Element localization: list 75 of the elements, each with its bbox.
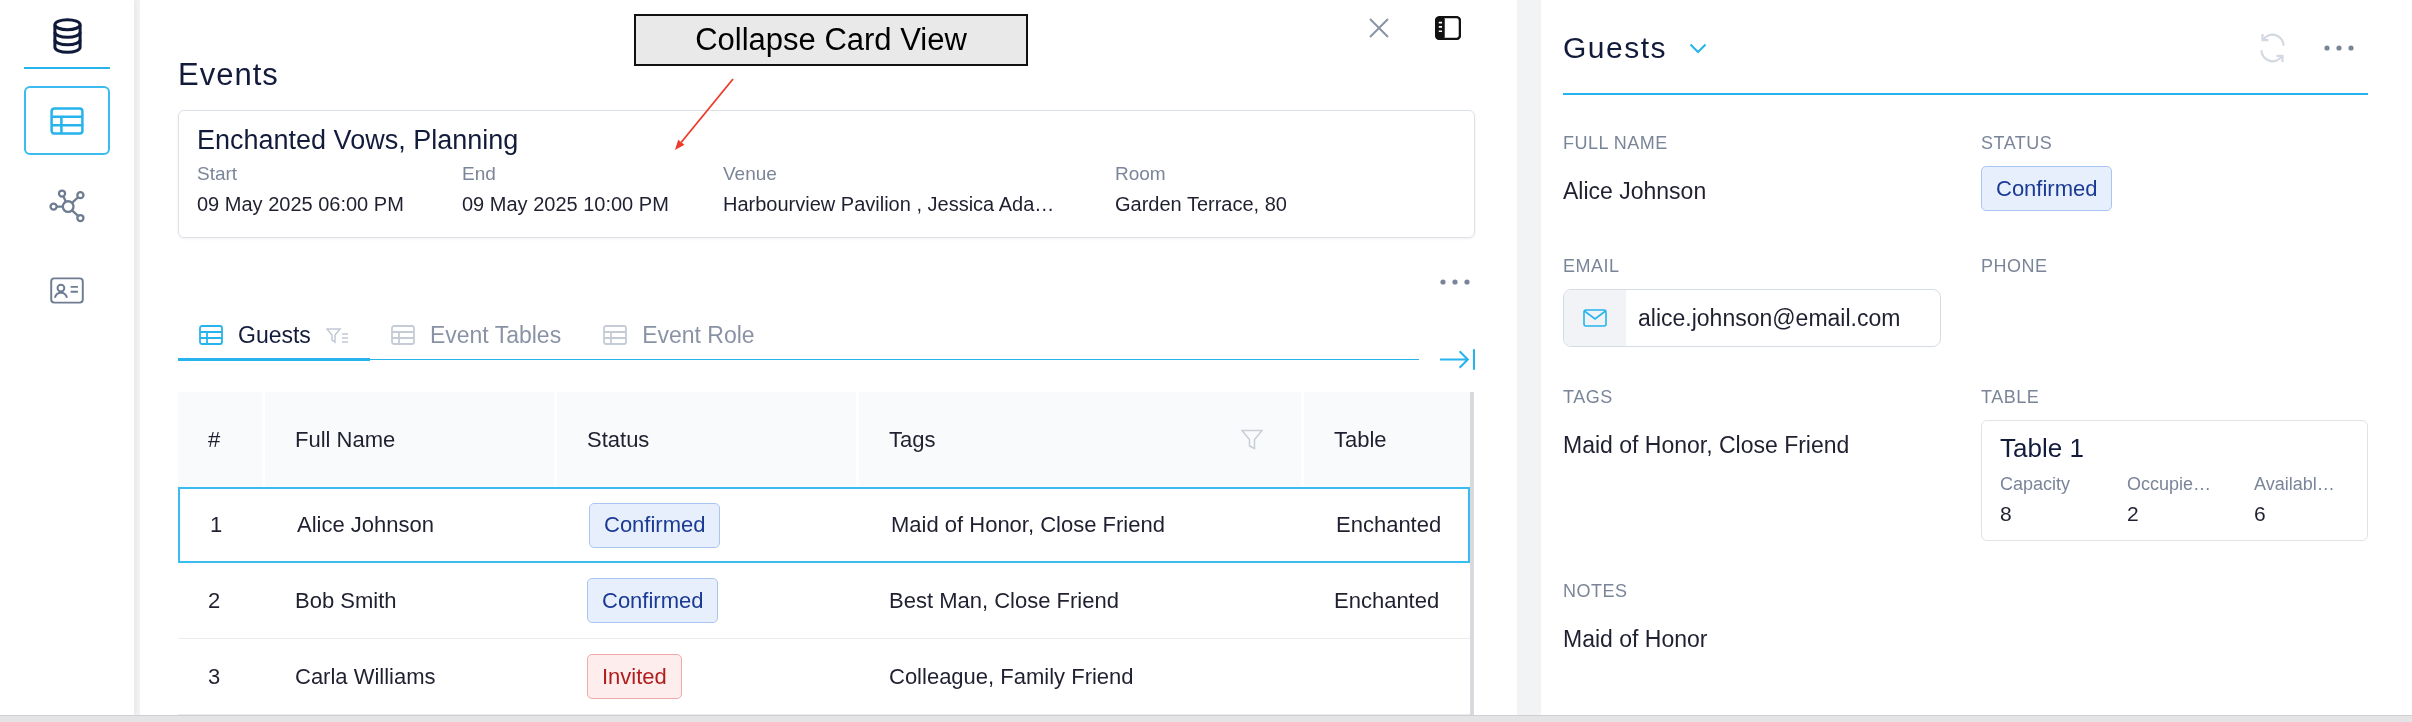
tab[interactable]: Guests: [178, 312, 370, 361]
field-label: PHONE: [1981, 255, 2048, 277]
stat-value: 2: [2127, 501, 2139, 527]
status-badge: Confirmed: [587, 578, 719, 623]
field-value: Harbourview Pavilion , Jessica Ada…: [723, 191, 1055, 217]
table-row[interactable]: 2 Bob Smith Confirmed Best Man, Close Friend Enchanted: [178, 563, 1470, 639]
stat-label: Availabl…: [2254, 473, 2335, 496]
table-cell-text: Maid of Honor, Close Friend: [890, 511, 1166, 539]
field-label: Room: [1115, 161, 1166, 186]
field-value: 09 May 2025 10:00 PM: [462, 191, 669, 217]
stat-label: Occupie…: [2127, 473, 2212, 496]
stat-label: Capacity: [2000, 473, 2071, 496]
table-icon: [603, 325, 628, 345]
table-card-title: Table 1: [2000, 432, 2084, 465]
panel-title: Guests: [1563, 31, 1668, 65]
field-label: STATUS: [1981, 132, 2053, 154]
mail-icon: [1583, 309, 1607, 327]
field-value: 09 May 2025 06:00 PM: [197, 191, 404, 217]
stat-value: 6: [2254, 501, 2266, 527]
column-header[interactable]: Tags: [859, 392, 1304, 487]
table-cell-text: Carla Williams: [294, 662, 437, 691]
column-header[interactable]: Full Name: [265, 392, 557, 487]
scrollbar[interactable]: [1470, 392, 1474, 715]
nav-button[interactable]: [24, 86, 110, 155]
more-icon[interactable]: [2324, 45, 2354, 51]
status-badge: Confirmed: [589, 502, 721, 548]
stat-value: 8: [2000, 501, 2012, 527]
field-label: End: [462, 161, 496, 186]
table-cell-text: Alice Johnson: [296, 511, 435, 539]
filter-list-icon[interactable]: [325, 326, 349, 344]
event-title: Enchanted Vows, Planning: [197, 123, 519, 157]
table-icon: [50, 106, 84, 135]
column-header[interactable]: Status: [557, 392, 859, 487]
table-row[interactable]: 1 Alice Johnson Confirmed Maid of Honor, Close Friend Enchanted: [178, 487, 1470, 563]
email-field[interactable]: alice.johnson@email.com: [1563, 289, 1941, 347]
field-label: NOTES: [1563, 580, 1628, 602]
field-label: TABLE: [1981, 386, 2040, 408]
field-value: Garden Terrace, 80: [1115, 191, 1287, 217]
field-value: Maid of Honor: [1563, 625, 1708, 654]
status-badge: Invited: [587, 654, 682, 699]
arrow-to-bar-icon[interactable]: [1439, 348, 1475, 371]
more-icon[interactable]: [1440, 278, 1470, 285]
table-cell-text: Enchanted: [1335, 511, 1443, 539]
event-card[interactable]: Enchanted Vows, Planning Start 09 May 2025 06:00 PM End 09 May 2025 10:00 PM Venue Harbourview Pavilion , Jessica Ada… Room Garden Terrace, 80: [178, 109, 1475, 238]
table-icon: [199, 325, 223, 345]
row-number: 1: [209, 511, 224, 539]
field-label: Venue: [723, 161, 777, 186]
field-label: Start: [197, 161, 238, 186]
table-cell-text: Colleague, Family Friend: [888, 662, 1135, 691]
column-header[interactable]: Table: [1304, 392, 1470, 487]
callout-arrow: [675, 78, 734, 150]
database-icon[interactable]: [51, 18, 83, 54]
field-value: Maid of Honor, Close Friend: [1563, 431, 1850, 460]
table-cell-text: Best Man, Close Friend: [888, 586, 1120, 615]
table-card[interactable]: Table 1 Capacity 8 Occupie… 2 Availabl… 6: [1981, 420, 2368, 541]
page-title: Events: [178, 56, 279, 93]
table-icon: [390, 325, 415, 345]
filter-icon[interactable]: [1241, 429, 1263, 450]
network-icon: [49, 188, 85, 223]
row-number: 3: [207, 662, 222, 691]
status-badge: Confirmed: [1981, 166, 2113, 211]
field-label: EMAIL: [1563, 255, 1620, 277]
close-icon[interactable]: [1368, 17, 1390, 40]
callout-label: Collapse Card View: [634, 14, 1028, 66]
column-header[interactable]: #: [178, 392, 265, 487]
row-number: 2: [207, 586, 222, 615]
table-cell-text: Bob Smith: [294, 586, 398, 615]
horizontal-scrollbar[interactable]: [0, 715, 2412, 722]
contact-card-icon: [50, 277, 84, 304]
field-label: FULL NAME: [1563, 132, 1668, 154]
field-label: TAGS: [1563, 386, 1613, 408]
chevron-down-icon[interactable]: [1689, 42, 1708, 54]
field-value: Alice Johnson: [1563, 177, 1707, 206]
panel-icon[interactable]: [1435, 16, 1461, 41]
table-cell-text: Enchanted: [1333, 586, 1441, 615]
